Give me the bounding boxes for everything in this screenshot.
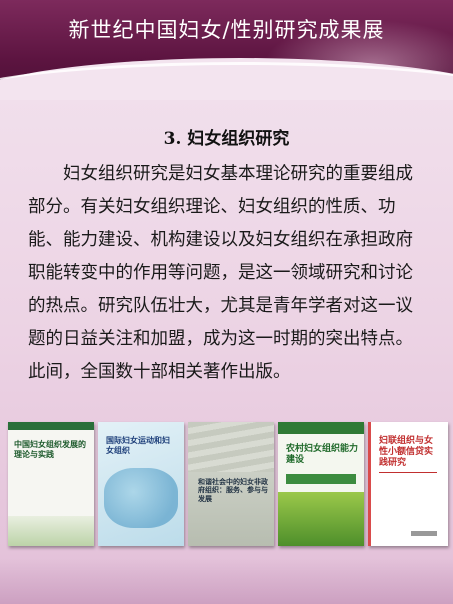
book-covers: 中国妇女组织发展的理论与实践 国际妇女运动和妇女组织 和谐社会中的妇女非政府组织… — [8, 422, 448, 552]
cover-waves — [188, 422, 274, 472]
book-title-2: 国际妇女运动和妇女组织 — [106, 436, 170, 455]
cover-art — [104, 468, 178, 528]
section-title: 3. 妇女组织研究 — [163, 129, 290, 149]
book-title-5: 妇联组织与女性小额信贷实践研究 — [379, 436, 434, 468]
footer-band — [0, 558, 453, 604]
cover-stripe — [8, 516, 94, 546]
book-title-3: 和谐社会中的妇女非政府组织：服务、参与与发展 — [198, 478, 268, 503]
section-paragraph: 妇女组织研究是妇女基本理论研究的重要组成部分。有关妇女组织理论、妇女组织的性质、… — [28, 164, 413, 382]
book-cover-3: 和谐社会中的妇女非政府组织：服务、参与与发展 — [188, 422, 274, 546]
cover-publisher-mark — [411, 531, 437, 536]
header-banner: 新世纪中国妇女/性别研究成果展 — [0, 0, 453, 100]
book-cover-2: 国际妇女运动和妇女组织 — [98, 422, 184, 546]
page-title: 新世纪中国妇女/性别研究成果展 — [68, 18, 385, 42]
book-title-4: 农村妇女组织能力建设 — [286, 444, 359, 465]
book-cover-4: 农村妇女组织能力建设 — [278, 422, 364, 546]
book-title-1: 中国妇女组织发展的理论与实践 — [14, 440, 86, 459]
book-cover-1: 中国妇女组织发展的理论与实践 — [8, 422, 94, 546]
book-cover-5: 妇联组织与女性小额信贷实践研究 — [368, 422, 448, 546]
cover-field-image — [278, 492, 364, 546]
cover-top-band — [278, 422, 364, 434]
cover-strip — [286, 474, 356, 484]
cover-rule — [379, 472, 437, 473]
cover-band — [8, 422, 94, 430]
